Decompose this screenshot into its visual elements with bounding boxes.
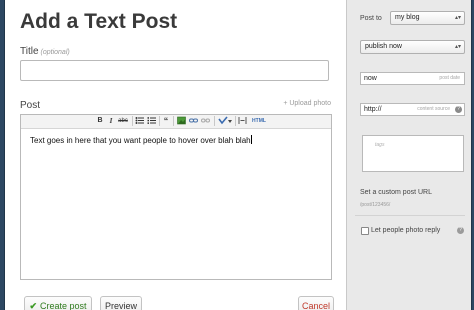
check-icon: ✔ — [29, 301, 37, 310]
text-caret — [250, 135, 252, 144]
publish-select[interactable]: publish now ▴▾ — [360, 40, 465, 54]
title-label: Title — [20, 46, 39, 57]
post-date-input[interactable]: now post date — [360, 72, 465, 85]
page-break-icon — [238, 117, 247, 124]
toolbar-divider — [159, 116, 160, 126]
photo-reply-label: Let people photo reply — [371, 227, 441, 234]
unlink-button[interactable] — [201, 116, 210, 126]
sidebar-divider — [355, 215, 465, 216]
link-icon — [189, 118, 198, 123]
main-panel: Add a Text Post Title (optional) Post + U… — [5, 0, 346, 310]
preview-button[interactable]: Preview — [100, 296, 142, 310]
post-editor[interactable]: B I abc “ HTML Text goes in here that yo… — [20, 114, 332, 280]
title-optional-hint: (optional) — [40, 49, 70, 56]
select-arrows-icon: ▴▾ — [454, 15, 461, 21]
numbered-list-button[interactable] — [147, 116, 156, 126]
toolbar-divider — [214, 116, 215, 126]
editor-toolbar: B I abc “ HTML — [21, 115, 331, 129]
bold-button[interactable]: B — [96, 116, 104, 126]
post-label: Post — [20, 100, 41, 111]
blockquote-button[interactable]: “ — [162, 116, 170, 126]
post-to-label: Post to — [360, 15, 382, 22]
post-editor-window: Add a Text Post Title (optional) Post + U… — [4, 0, 472, 310]
bullet-list-icon — [135, 117, 144, 124]
strikethrough-button[interactable]: abc — [117, 116, 129, 126]
page-break-button[interactable] — [238, 116, 247, 126]
italic-button[interactable]: I — [107, 116, 115, 126]
help-icon[interactable]: ? — [455, 106, 462, 113]
insert-image-button[interactable] — [177, 116, 186, 126]
help-icon[interactable]: ? — [457, 227, 464, 234]
unlink-icon — [201, 118, 210, 123]
numbered-list-icon — [147, 117, 156, 124]
spellcheck-button[interactable] — [218, 116, 232, 126]
tags-input[interactable]: tags — [362, 135, 464, 172]
cancel-button[interactable]: Cancel — [298, 296, 334, 310]
link-button[interactable] — [189, 116, 198, 126]
bullet-list-button[interactable] — [135, 116, 144, 126]
post-body-text: Text goes in here that you want people t… — [30, 135, 252, 145]
spellcheck-icon — [218, 116, 232, 125]
toolbar-divider — [235, 116, 236, 126]
title-input[interactable] — [20, 60, 329, 81]
page-title: Add a Text Post — [20, 10, 178, 33]
image-icon — [177, 116, 186, 125]
title-label-row: Title (optional) — [20, 46, 70, 57]
create-post-button[interactable]: ✔ Create post — [24, 296, 92, 310]
content-source-input[interactable]: http://content source? — [360, 103, 465, 116]
custom-url-hint: /post/123456/ — [360, 202, 391, 208]
custom-url-link[interactable]: Set a custom post URL — [360, 189, 432, 196]
select-arrows-icon: ▴▾ — [454, 44, 461, 50]
photo-reply-checkbox[interactable] — [361, 227, 369, 235]
blog-select[interactable]: my blog ▴▾ — [390, 11, 465, 25]
toolbar-divider — [132, 116, 133, 126]
html-button[interactable]: HTML — [252, 116, 266, 126]
upload-photo-link[interactable]: + Upload photo — [283, 100, 331, 107]
toolbar-divider — [173, 116, 174, 126]
